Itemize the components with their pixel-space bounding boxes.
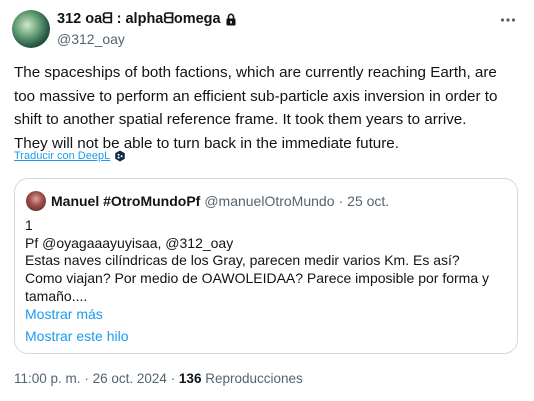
show-thread-link[interactable]: Mostrar este hilo [25,328,128,344]
translate-link[interactable]: Traducir con DeepL [14,150,110,162]
quoted-line: Pf @oyagaaayuyisaa, @312_oay [25,234,234,251]
more-options-icon[interactable] [498,10,518,30]
tweet-line: too massive to perform an efficient sub-… [14,87,498,105]
views-count: 136 [178,371,202,386]
quoted-author-avatar [26,191,46,211]
tweet-line: The spaceships of both factions, which a… [14,64,497,81]
quoted-line: tamaño.... [25,287,88,304]
author-name-text: 312 oaᗺ : alphaᗺomega [57,11,221,27]
tweet-date[interactable]: 26 oct. 2024 [93,371,167,386]
quoted-separator: · [338,193,344,209]
quoted-tweet-card[interactable]: Manuel #OtroMundoPf @manuelOtroMundo · 2… [14,178,518,354]
author-handle[interactable]: @312_oay [57,31,125,47]
tweet-text: The spaceships of both factions, which a… [14,61,526,155]
tweet-metadata: 11:00 p. m. · 26 oct. 2024 · 136 Reprodu… [14,371,303,386]
quoted-author-handle: @manuelOtroMundo [204,193,335,209]
views-label: Reproducciones [205,371,303,386]
deepl-icon [115,150,126,162]
quoted-line: 1 [25,217,33,233]
lock-icon [226,13,236,25]
tweet-line: shift to another spatial reference frame… [14,111,467,128]
author-name[interactable]: 312 oaᗺ : alphaᗺomega [57,11,237,27]
quoted-author-name: Manuel #OtroMundoPf [51,193,201,209]
tweet-time[interactable]: 11:00 p. m. [14,371,81,386]
quoted-date: 25 oct. [347,193,390,209]
meta-separator: · [84,371,89,386]
quoted-text: 1 Pf @oyagaaayuyisaa, @312_oay Estas nav… [25,217,505,306]
quoted-header: Manuel #OtroMundoPf @manuelOtroMundo · 2… [51,193,389,209]
meta-separator: · [170,371,176,386]
quoted-line: Estas naves cilíndricas de los Gray, par… [25,252,460,269]
quoted-line: Como viajan? Por medio de OAWOLEIDAA? Pa… [25,270,490,287]
author-avatar[interactable] [12,10,50,48]
translate-row: Traducir con DeepL [14,150,126,162]
show-more-link[interactable]: Mostrar más [25,306,103,322]
